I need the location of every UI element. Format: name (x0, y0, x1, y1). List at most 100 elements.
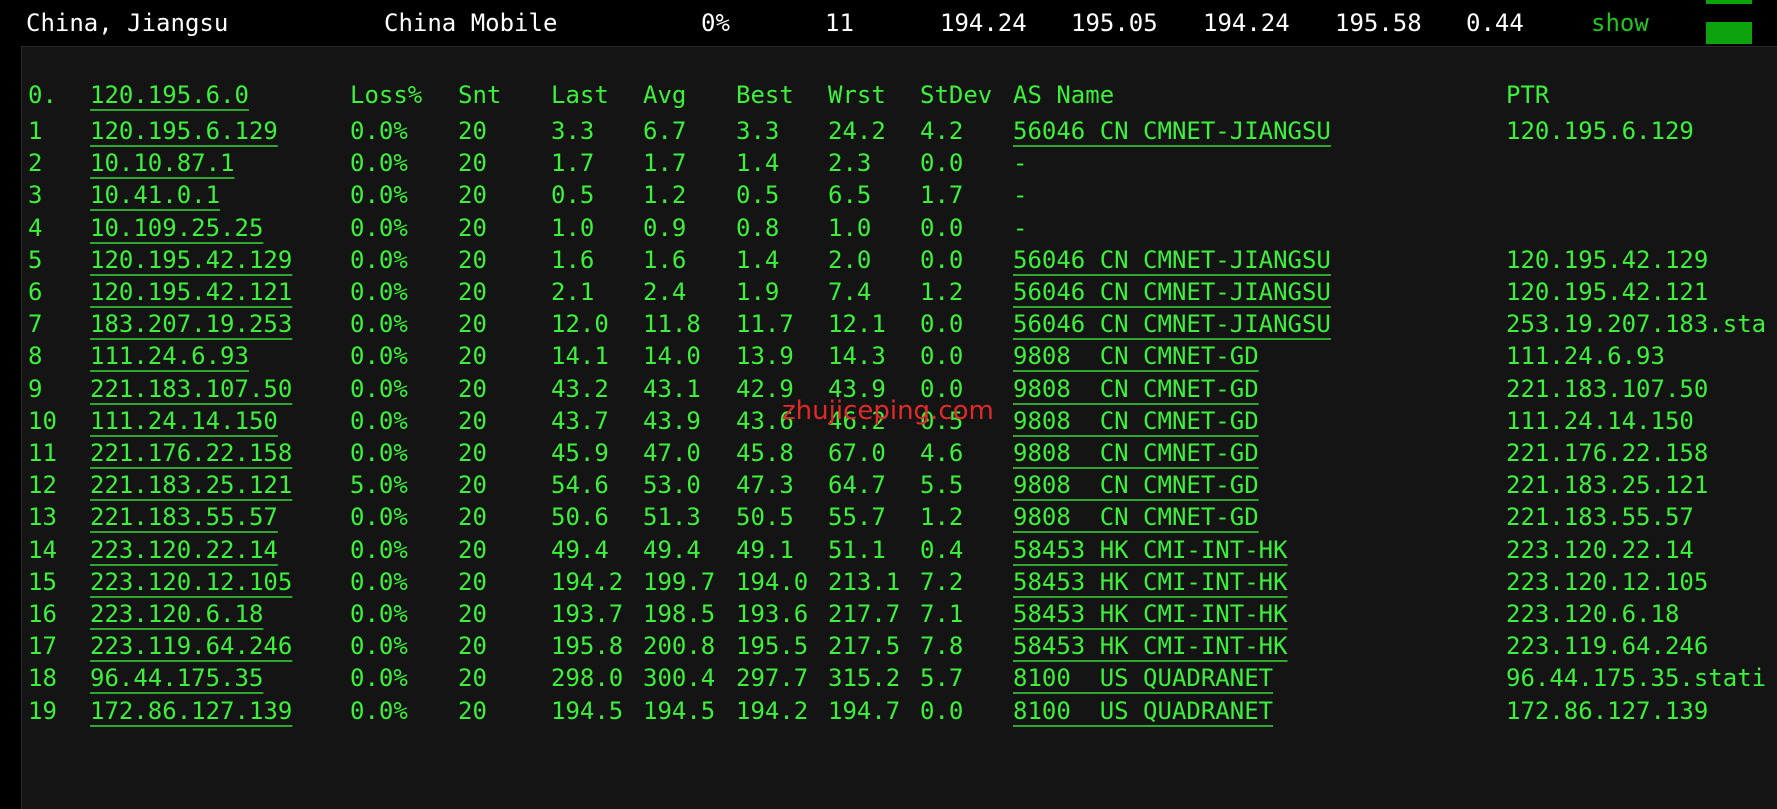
last-value: 193.7 (551, 600, 624, 628)
as-name[interactable]: 9808 CN CMNET-GD (1013, 371, 1259, 407)
avg-value: 11.8 (643, 310, 701, 339)
summary-loss: 0% (701, 9, 730, 37)
best-value: 297.7 (736, 664, 809, 693)
as-name[interactable]: 56046 CN CMNET-JIANGSU (1013, 306, 1331, 342)
as-name: - (1013, 213, 1028, 242)
header-stdev: StDev (920, 81, 993, 109)
table-row: 11 221.176.22.158 0.0% 20 45.9 47.0 45.8 67.0 4.… (22, 435, 1777, 471)
stdev-value: 1.2 (920, 278, 964, 306)
header-as-name: AS Name (1013, 81, 1115, 109)
host-link[interactable]: 221.183.55.57 (90, 499, 278, 535)
host-link[interactable]: 10.41.0.1 (90, 177, 220, 213)
best-value: 194.0 (736, 567, 809, 596)
stdev-value: 5.7 (920, 664, 964, 693)
summary-value-5: 0.44 (1466, 9, 1524, 37)
host-link[interactable]: 111.24.6.93 (90, 338, 249, 374)
host-link[interactable]: 10.10.87.1 (90, 145, 235, 181)
header-wrst: Wrst (828, 81, 886, 109)
host-link[interactable]: 120.195.42.121 (90, 274, 292, 310)
as-name[interactable]: 8100 US QUADRANET (1013, 693, 1273, 729)
as-name[interactable]: 56046 CN CMNET-JIANGSU (1013, 242, 1331, 278)
loss-value: 0.0% (350, 439, 408, 467)
host-link[interactable]: 221.183.25.121 (90, 467, 292, 503)
hop-number: 14 (28, 535, 57, 564)
stdev-value: 7.2 (920, 567, 964, 596)
last-value: 50.6 (551, 503, 609, 532)
avg-value: 43.9 (643, 406, 701, 435)
ptr-value: 96.44.175.35.stati (1506, 664, 1767, 693)
host-link[interactable]: 223.120.12.105 (90, 564, 292, 600)
status-bar-main (1706, 22, 1752, 44)
worst-value: 64.7 (828, 471, 886, 500)
as-name[interactable]: 58453 HK CMI-INT-HK (1013, 628, 1288, 664)
as-name[interactable]: 8100 US QUADRANET (1013, 660, 1273, 696)
stdev-value: 0.0 (920, 245, 964, 274)
host-link[interactable]: 221.176.22.158 (90, 435, 292, 471)
summary-value-2: 195.05 (1071, 9, 1158, 37)
as-name[interactable]: 9808 CN CMNET-GD (1013, 403, 1259, 439)
header-hop: 0. (28, 81, 57, 109)
best-value: 1.9 (736, 278, 780, 306)
as-name[interactable]: 56046 CN CMNET-JIANGSU (1013, 274, 1331, 310)
host-link[interactable]: 183.207.19.253 (90, 306, 292, 342)
status-bar-indicator (1706, 0, 1752, 46)
hop-number: 10 (28, 406, 57, 435)
sent-value: 20 (458, 245, 487, 274)
host-link[interactable]: 223.119.64.246 (90, 628, 292, 664)
sent-value: 20 (458, 406, 487, 435)
header-source-host-link[interactable]: 120.195.6.0 (90, 77, 249, 113)
hop-number: 1 (28, 117, 43, 145)
last-value: 1.6 (551, 245, 595, 274)
best-value: 45.8 (736, 439, 794, 467)
best-value: 1.4 (736, 245, 780, 274)
as-name[interactable]: 56046 CN CMNET-JIANGSU (1013, 113, 1331, 149)
sent-value: 20 (458, 696, 487, 725)
host-link[interactable]: 221.183.107.50 (90, 371, 292, 407)
sent-value: 20 (458, 600, 487, 628)
hop-number: 17 (28, 632, 57, 661)
stdev-value: 0.0 (920, 149, 964, 178)
worst-value: 14.3 (828, 342, 886, 371)
summary-hops: 11 (825, 9, 854, 37)
host-link[interactable]: 111.24.14.150 (90, 403, 278, 439)
host-link[interactable]: 10.109.25.25 (90, 210, 263, 246)
hop-number: 11 (28, 439, 57, 467)
last-value: 43.7 (551, 406, 609, 435)
sent-value: 20 (458, 310, 487, 339)
loss-value: 0.0% (350, 632, 408, 661)
host-link[interactable]: 223.120.22.14 (90, 532, 278, 568)
show-link[interactable]: show (1591, 8, 1649, 38)
summary-isp: China Mobile (384, 9, 558, 37)
as-name[interactable]: 9808 CN CMNET-GD (1013, 499, 1259, 535)
stdev-value: 4.6 (920, 439, 964, 467)
best-value: 50.5 (736, 503, 794, 532)
sent-value: 20 (458, 213, 487, 242)
host-link[interactable]: 223.120.6.18 (90, 596, 263, 632)
host-link[interactable]: 120.195.42.129 (90, 242, 292, 278)
last-value: 45.9 (551, 439, 609, 467)
last-value: 194.2 (551, 567, 624, 596)
worst-value: 67.0 (828, 439, 886, 467)
as-name[interactable]: 9808 CN CMNET-GD (1013, 435, 1259, 471)
ptr-value: 120.195.42.129 (1506, 245, 1709, 274)
avg-value: 194.5 (643, 696, 716, 725)
sent-value: 20 (458, 181, 487, 210)
as-name[interactable]: 9808 CN CMNET-GD (1013, 338, 1259, 374)
header-best: Best (736, 81, 794, 109)
sent-value: 20 (458, 664, 487, 693)
table-row: 7 183.207.19.253 0.0% 20 12.0 11.8 11.7 12.1 0.0… (22, 306, 1777, 342)
host-link[interactable]: 172.86.127.139 (90, 693, 292, 729)
last-value: 2.1 (551, 278, 595, 306)
best-value: 49.1 (736, 535, 794, 564)
header-last: Last (551, 81, 609, 109)
host-link[interactable]: 120.195.6.129 (90, 113, 278, 149)
as-name[interactable]: 58453 HK CMI-INT-HK (1013, 564, 1288, 600)
table-row: 4 10.109.25.25 0.0% 20 1.0 0.9 0.8 1.0 0.0 - (22, 210, 1777, 246)
sent-value: 20 (458, 503, 487, 532)
table-row: 12 221.183.25.121 5.0% 20 54.6 53.0 47.3 64.7 5.… (22, 467, 1777, 503)
as-name[interactable]: 9808 CN CMNET-GD (1013, 467, 1259, 503)
as-name[interactable]: 58453 HK CMI-INT-HK (1013, 596, 1288, 632)
host-link[interactable]: 96.44.175.35 (90, 660, 263, 696)
table-row: 14 223.120.22.14 0.0% 20 49.4 49.4 49.1 51.1 0.4… (22, 532, 1777, 568)
as-name[interactable]: 58453 HK CMI-INT-HK (1013, 532, 1288, 568)
